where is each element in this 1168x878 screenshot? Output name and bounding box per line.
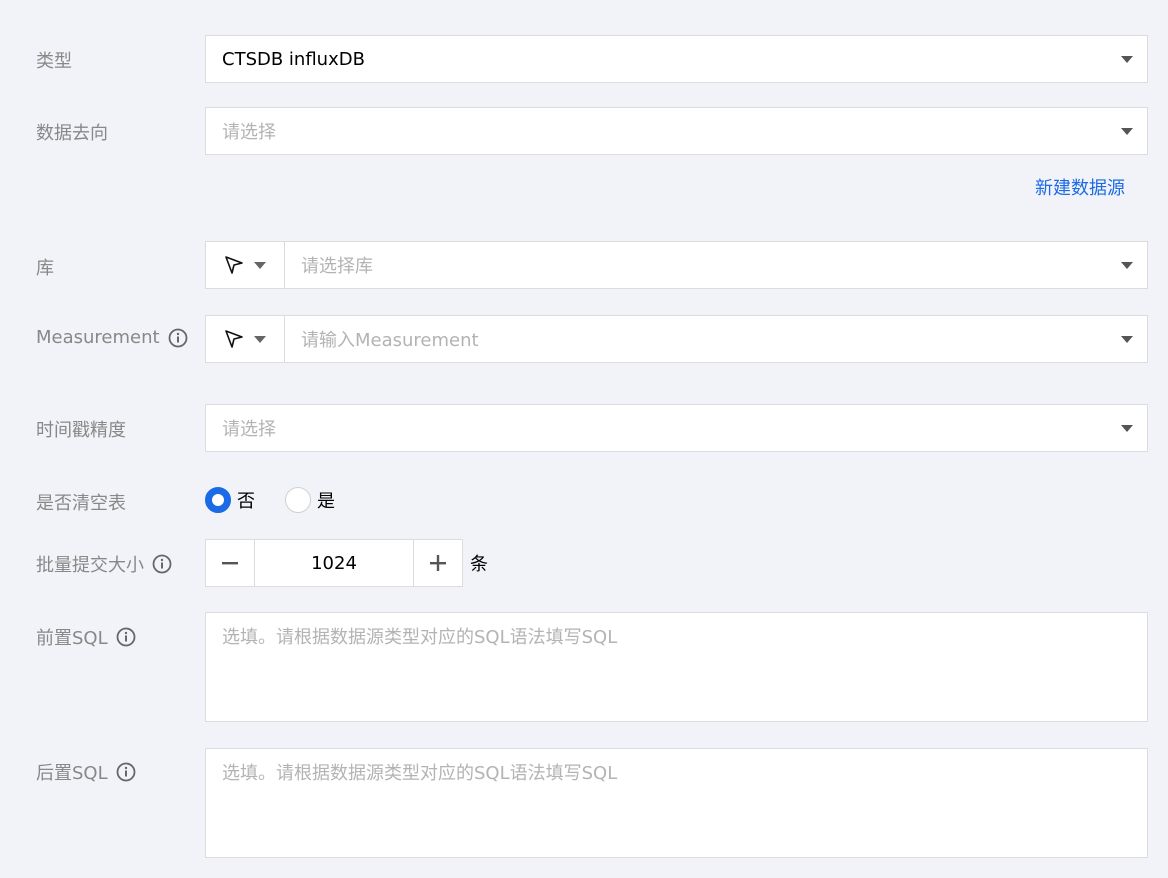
info-icon[interactable] <box>116 762 136 782</box>
cursor-pointer-icon <box>225 330 243 348</box>
type-label: 类型 <box>36 51 72 72</box>
post-sql-placeholder: 选填。请根据数据源类型对应的SQL语法填写SQL <box>222 763 618 784</box>
info-icon[interactable] <box>168 328 188 348</box>
timestamp-precision-label: 时间戳精度 <box>36 420 126 441</box>
clear-table-label: 是否清空表 <box>36 493 126 514</box>
chevron-down-icon <box>1121 127 1133 135</box>
pre-sql-placeholder: 选填。请根据数据源类型对应的SQL语法填写SQL <box>222 627 618 648</box>
cursor-pointer-icon <box>225 256 243 274</box>
timestamp-precision-select[interactable]: 请选择 <box>205 404 1148 452</box>
chevron-down-icon <box>1121 55 1133 63</box>
database-select[interactable]: 请选择库 <box>205 241 1148 289</box>
info-icon[interactable] <box>152 554 172 574</box>
measurement-select[interactable]: 请输入Measurement <box>205 315 1148 363</box>
post-sql-textarea[interactable]: 选填。请根据数据源类型对应的SQL语法填写SQL <box>205 748 1148 858</box>
batch-size-input[interactable]: 1024 <box>255 540 413 586</box>
measurement-placeholder: 请输入Measurement <box>301 330 479 351</box>
clear-table-option-no[interactable]: 否 <box>205 487 255 513</box>
destination-select[interactable]: 请选择 <box>205 107 1148 155</box>
destination-label: 数据去向 <box>36 123 108 144</box>
chevron-down-icon <box>254 335 266 343</box>
radio-unchecked-icon[interactable] <box>285 487 311 513</box>
timestamp-precision-placeholder: 请选择 <box>222 419 276 440</box>
decrement-button[interactable] <box>206 540 255 586</box>
database-mode-dropdown[interactable] <box>206 242 285 288</box>
type-select[interactable]: CTSDB influxDB <box>205 35 1148 83</box>
batch-size-unit: 条 <box>470 554 488 575</box>
chevron-down-icon <box>254 261 266 269</box>
minus-icon <box>222 562 238 565</box>
new-datasource-link[interactable]: 新建数据源 <box>1035 174 1125 200</box>
chevron-down-icon <box>1121 335 1133 343</box>
measurement-label: Measurement <box>36 327 188 348</box>
chevron-down-icon <box>1121 261 1133 269</box>
batch-size-stepper: 1024 <box>205 539 463 587</box>
pre-sql-textarea[interactable]: 选填。请根据数据源类型对应的SQL语法填写SQL <box>205 612 1148 722</box>
database-label: 库 <box>36 258 54 279</box>
database-placeholder: 请选择库 <box>301 256 373 277</box>
clear-table-option-yes[interactable]: 是 <box>285 487 335 513</box>
type-select-value: CTSDB influxDB <box>222 48 365 70</box>
pre-sql-label: 前置SQL <box>36 624 136 650</box>
destination-placeholder: 请选择 <box>222 122 276 143</box>
clear-table-radio-group: 否 是 <box>205 486 365 514</box>
info-icon[interactable] <box>116 627 136 647</box>
radio-checked-icon[interactable] <box>205 487 231 513</box>
batch-size-label: 批量提交大小 <box>36 551 172 577</box>
measurement-mode-dropdown[interactable] <box>206 316 285 362</box>
increment-button[interactable] <box>413 540 462 586</box>
post-sql-label: 后置SQL <box>36 759 136 785</box>
chevron-down-icon <box>1121 424 1133 432</box>
plus-icon <box>430 555 446 571</box>
